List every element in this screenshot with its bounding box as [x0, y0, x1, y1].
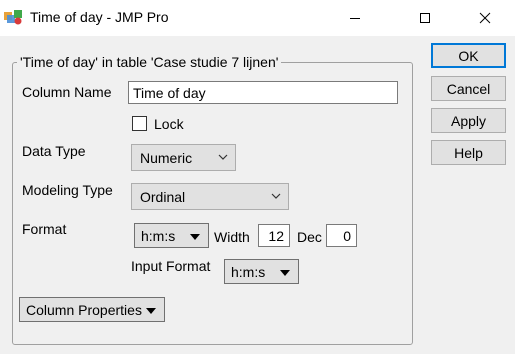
format-value: h:m:s	[141, 227, 176, 244]
cancel-button[interactable]: Cancel	[431, 76, 506, 101]
close-icon	[479, 12, 491, 24]
modeling-type-select[interactable]: Ordinal	[131, 183, 289, 210]
format-menu-button[interactable]: h:m:s	[134, 223, 209, 248]
column-name-field[interactable]	[128, 81, 398, 104]
ok-button[interactable]: OK	[431, 43, 506, 68]
chevron-down-icon	[271, 193, 281, 199]
width-label: Width	[214, 229, 250, 245]
width-field[interactable]	[258, 224, 290, 247]
data-type-label: Data Type	[22, 143, 86, 159]
dropdown-triangle-icon	[280, 270, 290, 276]
input-format-menu-button[interactable]: h:m:s	[224, 259, 299, 284]
modeling-type-value: Ordinal	[140, 188, 186, 205]
input-format-value: h:m:s	[231, 263, 266, 280]
format-label: Format	[22, 221, 67, 237]
chevron-down-icon	[218, 154, 228, 160]
jmp-app-icon	[4, 10, 22, 25]
minimize-icon	[350, 18, 360, 19]
lock-checkbox[interactable]	[132, 116, 147, 131]
dec-label: Dec	[297, 229, 322, 245]
column-name-label: Column Name	[22, 84, 112, 100]
data-type-select[interactable]: Numeric	[131, 144, 236, 171]
dropdown-triangle-icon	[190, 234, 200, 240]
group-title: 'Time of day' in table 'Case studie 7 li…	[17, 54, 282, 70]
dec-field[interactable]	[326, 224, 357, 247]
minimize-button[interactable]	[332, 0, 378, 36]
modeling-type-label: Modeling Type	[22, 182, 113, 198]
maximize-icon	[420, 13, 430, 23]
lock-label: Lock	[154, 116, 184, 132]
maximize-button[interactable]	[402, 0, 448, 36]
title-bar: Time of day - JMP Pro	[0, 0, 515, 36]
help-button[interactable]: Help	[431, 140, 506, 165]
data-type-value: Numeric	[140, 149, 193, 166]
dropdown-triangle-icon	[146, 308, 156, 314]
close-button[interactable]	[462, 0, 508, 36]
input-format-label: Input Format	[131, 258, 211, 274]
column-properties-label: Column Properties	[26, 301, 142, 318]
apply-button[interactable]: Apply	[431, 108, 506, 133]
column-properties-button[interactable]: Column Properties	[19, 297, 165, 322]
window-title: Time of day - JMP Pro	[30, 9, 169, 25]
